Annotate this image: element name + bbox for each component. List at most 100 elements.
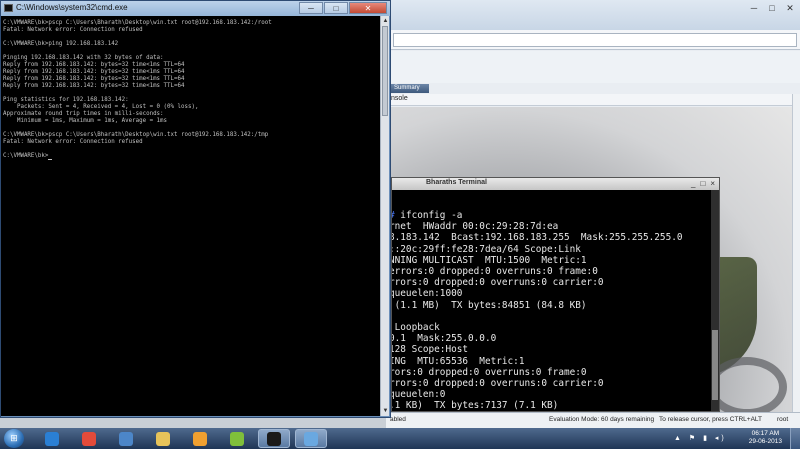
cmd-output-line: Approximate round trip times in milli-se… <box>3 111 164 117</box>
terminal-output-line: Loopback <box>392 322 440 334</box>
terminal-output-line: ::20c:29ff:fe28:7dea/64 Scope:Link <box>392 243 581 255</box>
cmd-output-line <box>3 125 381 132</box>
cmd-output-line: Fatal: Network error: Connection refused <box>3 139 143 145</box>
terminal-title-bar[interactable]: Bharaths Terminal _ □ × <box>392 178 719 190</box>
terminal-output-line: rors:0 dropped:0 overruns:0 frame:0 <box>392 366 587 378</box>
taskbar-remote-desktop-button[interactable] <box>295 429 327 448</box>
vmware-title-bar: ─ □ ✕ <box>387 0 800 30</box>
remote-desktop-icon <box>304 431 318 446</box>
vmware-console-bar: nsole <box>387 94 800 106</box>
opera-icon <box>230 431 244 446</box>
cmd-output-line: Reply from 192.168.183.142: bytes=32 tim… <box>3 83 185 89</box>
vmware-close-button[interactable]: ✕ <box>783 2 797 14</box>
cmd-output-line: C:\VMWARE\bk> <box>3 153 381 160</box>
cmd-window[interactable]: C:\Windows\system32\cmd.exe ─ □ ✕ C:\VMW… <box>0 0 391 418</box>
terminal-output-line: NNING MULTICAST MTU:1500 Metric:1 <box>392 254 587 266</box>
cmd-window-icon[interactable] <box>4 4 13 12</box>
cmd-scroll-thumb[interactable] <box>382 26 388 116</box>
terminal-output-line: queuelen:0 <box>392 389 446 401</box>
cmd-close-button[interactable]: ✕ <box>349 2 387 14</box>
cmd-icon <box>267 431 281 446</box>
cmd-output-line <box>3 90 381 97</box>
terminal-prompt-line: # ifconfig -a <box>392 210 711 221</box>
cmd-output-line: C:\VMWARE\bk>pscp C:\Users\Bharath\Deskt… <box>3 132 269 138</box>
terminal-title: Bharaths Terminal <box>426 179 487 186</box>
terminal-minimize-button[interactable]: _ <box>691 179 695 189</box>
cmd-output-line: Packets: Sent = 4, Received = 4, Lost = … <box>3 104 199 110</box>
vmware-minimize-button[interactable]: ─ <box>747 2 761 14</box>
cmd-output[interactable]: C:\VMWARE\bk>pscp C:\Users\Bharath\Deskt… <box>1 16 381 416</box>
cmd-scroll-down-icon[interactable]: ▼ <box>381 406 390 416</box>
terminal-output[interactable]: # ifconfig -a rnet HWaddr 00:0c:29:28:7d… <box>392 190 711 411</box>
vmware-toolbar <box>387 30 800 50</box>
terminal-scrollbar[interactable] <box>711 190 719 411</box>
cmd-output-line: Fatal: Network error: Connection refused <box>3 27 143 33</box>
system-tray: ▲ ⚑ ▮ ◂) 06:17 AM 29-06-2013 <box>670 428 800 449</box>
cmd-output-line: Minimum = 1ms, Maximum = 1ms, Average = … <box>3 118 168 124</box>
taskbar-cmd-button[interactable] <box>258 429 290 448</box>
vmware-tab-summary[interactable]: Summary <box>391 84 429 93</box>
clock-date: 29-06-2013 <box>748 438 782 445</box>
terminal-output-line: 8.183.142 Bcast:192.168.183.255 Mask:255… <box>392 232 683 244</box>
cmd-cursor <box>48 159 53 160</box>
terminal-output-line: rnet HWaddr 00:0c:29:28:7d:ea <box>392 221 559 233</box>
status-left-text: abled <box>390 416 406 423</box>
cmd-output-line <box>3 146 381 153</box>
terminal-output-line: .1 KB) TX bytes:7137 (7.1 KB) <box>392 400 559 411</box>
cmd-title-bar[interactable]: C:\Windows\system32\cmd.exe ─ □ ✕ <box>1 1 390 16</box>
taskbar-chrome-button[interactable] <box>73 429 105 448</box>
cmd-output-line: Reply from 192.168.183.142: bytes=32 tim… <box>3 76 185 82</box>
vmware-address-field[interactable] <box>393 33 797 47</box>
terminal-close-button[interactable]: × <box>710 179 715 189</box>
show-desktop-button[interactable] <box>790 428 800 449</box>
internet-explorer-icon <box>45 431 59 446</box>
terminal-output-line: errors:0 dropped:0 overruns:0 frame:0 <box>392 266 598 278</box>
taskbar-vmware-manager-button[interactable] <box>110 429 142 448</box>
clock-time: 06:17 AM <box>751 430 780 437</box>
status-user: root <box>777 416 789 423</box>
desktop: ─ □ ✕ Summary nsole Bharaths Terminal _ … <box>0 0 800 449</box>
terminal-output-line: rrors:0 dropped:0 overruns:0 carrier:0 <box>392 378 604 390</box>
chrome-icon <box>82 431 96 446</box>
cmd-output-line: C:\VMWARE\bk>pscp C:\Users\Bharath\Deskt… <box>3 20 272 26</box>
taskbar-internet-explorer-button[interactable] <box>36 429 68 448</box>
terminal-maximize-button[interactable]: □ <box>700 179 705 189</box>
terminal-output-line: (1.1 MB) TX bytes:84851 (84.8 KB) <box>392 299 587 311</box>
evaluation-status: Evaluation Mode: 60 days remaining <box>549 416 655 423</box>
terminal-output-line: ING MTU:65536 Metric:1 <box>392 355 525 367</box>
vmware-maximize-button[interactable]: □ <box>765 2 779 14</box>
vmware-manager-icon <box>119 431 133 446</box>
cmd-output-line <box>3 48 381 55</box>
cmd-output-line <box>3 34 381 41</box>
cmd-maximize-button[interactable]: □ <box>324 2 348 14</box>
terminal-output-line: 0.1 Mask:255.0.0.0 <box>392 333 497 345</box>
cmd-output-line: Pinging 192.168.183.142 with 32 bytes of… <box>3 55 164 61</box>
cmd-scroll-up-icon[interactable]: ▲ <box>381 16 390 26</box>
cmd-scrollbar[interactable]: ▲ ▼ <box>380 16 389 416</box>
taskbar-opera-button[interactable] <box>221 429 253 448</box>
cmd-output-line: Reply from 192.168.183.142: bytes=32 tim… <box>3 62 185 68</box>
cmd-minimize-button[interactable]: ─ <box>299 2 323 14</box>
terminal-output-line: queuelen:1000 <box>392 288 463 300</box>
vmware-scrollbar[interactable] <box>792 94 800 412</box>
file-explorer-icon <box>156 431 170 446</box>
taskbar-file-explorer-button[interactable] <box>147 429 179 448</box>
bharaths-terminal-window[interactable]: Bharaths Terminal _ □ × # ifconfig -a rn… <box>391 177 720 412</box>
cmd-output-line: C:\VMWARE\bk>ping 192.168.183.142 <box>3 41 119 47</box>
vmware-status-bar: abled Evaluation Mode: 60 days remaining… <box>386 412 800 428</box>
cmd-output-line: Ping statistics for 192.168.183.142: <box>3 97 129 103</box>
cmd-output-line: Reply from 192.168.183.142: bytes=32 tim… <box>3 69 185 75</box>
cmd-title: C:\Windows\system32\cmd.exe <box>16 3 128 12</box>
terminal-output-line: 128 Scope:Host <box>392 344 469 356</box>
taskbar-vmware-workstation-button[interactable] <box>184 429 216 448</box>
vmware-panel <box>387 51 800 83</box>
clock[interactable]: 06:17 AM 29-06-2013 <box>749 430 782 446</box>
tray-icons[interactable]: ▲ ⚑ ▮ ◂) <box>674 434 727 442</box>
terminal-scroll-thumb[interactable] <box>712 330 718 400</box>
taskbar: ⊞ ▲ ⚑ ▮ ◂) 06:17 AM 29-06-2013 <box>0 428 800 449</box>
start-button[interactable]: ⊞ <box>4 429 24 448</box>
vmware-workstation-icon <box>193 431 207 446</box>
terminal-output-line: rrors:0 dropped:0 overruns:0 carrier:0 <box>392 277 604 289</box>
windows-logo-icon: ⊞ <box>10 433 18 443</box>
